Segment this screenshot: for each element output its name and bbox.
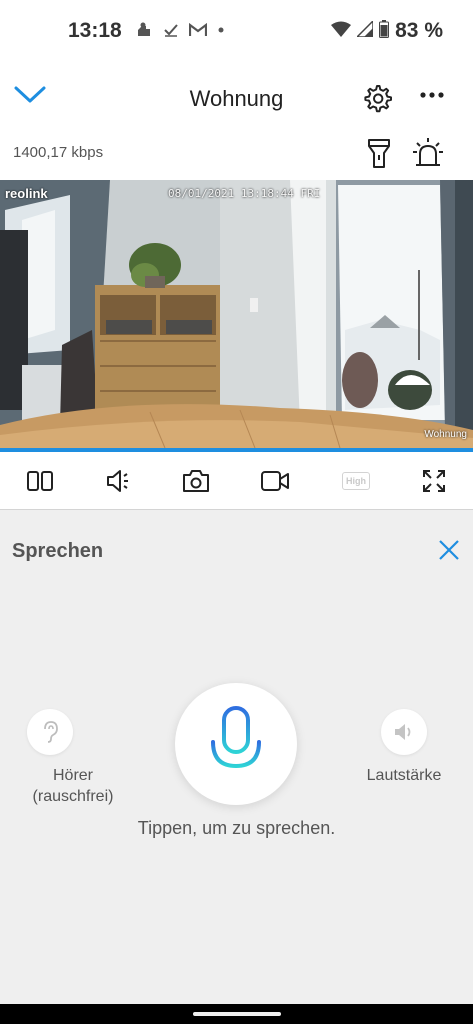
earpiece-mode-button[interactable] xyxy=(27,709,73,755)
talk-hint: Tippen, um zu sprechen. xyxy=(137,818,336,838)
app-header: Wohnung 1400,17 kbps xyxy=(0,64,473,180)
system-nav-bar xyxy=(0,1004,473,1024)
gmail-icon xyxy=(189,23,207,37)
fullscreen-button[interactable] xyxy=(419,466,449,496)
push-to-talk-button[interactable] xyxy=(175,683,297,805)
panel-title: Sprechen xyxy=(12,540,104,562)
quality-button[interactable]: High xyxy=(339,466,373,496)
talk-panel: Sprechen Hörer (rauschfrei) Lautstärke T… xyxy=(0,511,473,1004)
fullscreen-icon xyxy=(423,470,445,492)
signal-icon xyxy=(355,18,374,42)
video-camera-name: Wohnung xyxy=(424,429,467,440)
speaker-icon xyxy=(107,470,128,492)
video-timestamp: 08/01/2021 13:18:44 FRI xyxy=(168,187,321,200)
more-options-button[interactable] xyxy=(418,84,446,108)
volume-button[interactable] xyxy=(381,709,427,755)
split-view-icon xyxy=(27,471,53,491)
volume-icon xyxy=(395,724,411,740)
bitrate-readout: 1400,17 kbps xyxy=(13,144,104,161)
camera-icon xyxy=(183,470,209,492)
ear-icon xyxy=(44,721,58,743)
check-icon xyxy=(163,22,179,38)
app-notification-icon xyxy=(135,21,153,39)
siren-icon xyxy=(413,138,443,166)
home-gesture-handle[interactable] xyxy=(193,1012,281,1016)
microphone-icon xyxy=(211,706,261,781)
status-bar: 13:18 83 % xyxy=(0,0,473,64)
volume-label: Lautstärke xyxy=(366,767,442,784)
camera-scene-image xyxy=(0,180,473,448)
earpiece-label: Hörer (rauschfrei) xyxy=(32,767,114,805)
close-icon xyxy=(439,540,459,560)
siren-button[interactable] xyxy=(412,136,444,170)
more-icon xyxy=(420,92,444,98)
battery-percent: 83 % xyxy=(395,19,443,42)
device-title: Wohnung xyxy=(189,86,284,111)
gear-icon xyxy=(364,85,392,113)
battery-icon xyxy=(379,19,390,43)
hd-quality-icon: High xyxy=(342,472,370,490)
live-video[interactable]: reolink 08/01/2021 13:18:44 FRI Wohnung xyxy=(0,180,473,448)
audio-button[interactable] xyxy=(104,466,134,496)
video-toolbar: High xyxy=(0,452,473,510)
wifi-icon xyxy=(331,21,352,42)
status-time: 13:18 xyxy=(68,19,122,42)
dot-icon xyxy=(217,26,225,34)
close-panel-button[interactable] xyxy=(437,538,461,562)
notification-icons xyxy=(135,21,225,39)
video-logo: reolink xyxy=(5,186,48,201)
flashlight-button[interactable] xyxy=(366,136,392,170)
snapshot-button[interactable] xyxy=(181,466,211,496)
record-button[interactable] xyxy=(260,466,290,496)
flashlight-icon xyxy=(368,139,390,168)
settings-button[interactable] xyxy=(362,83,392,113)
video-record-icon xyxy=(261,471,289,491)
split-view-button[interactable] xyxy=(25,466,55,496)
